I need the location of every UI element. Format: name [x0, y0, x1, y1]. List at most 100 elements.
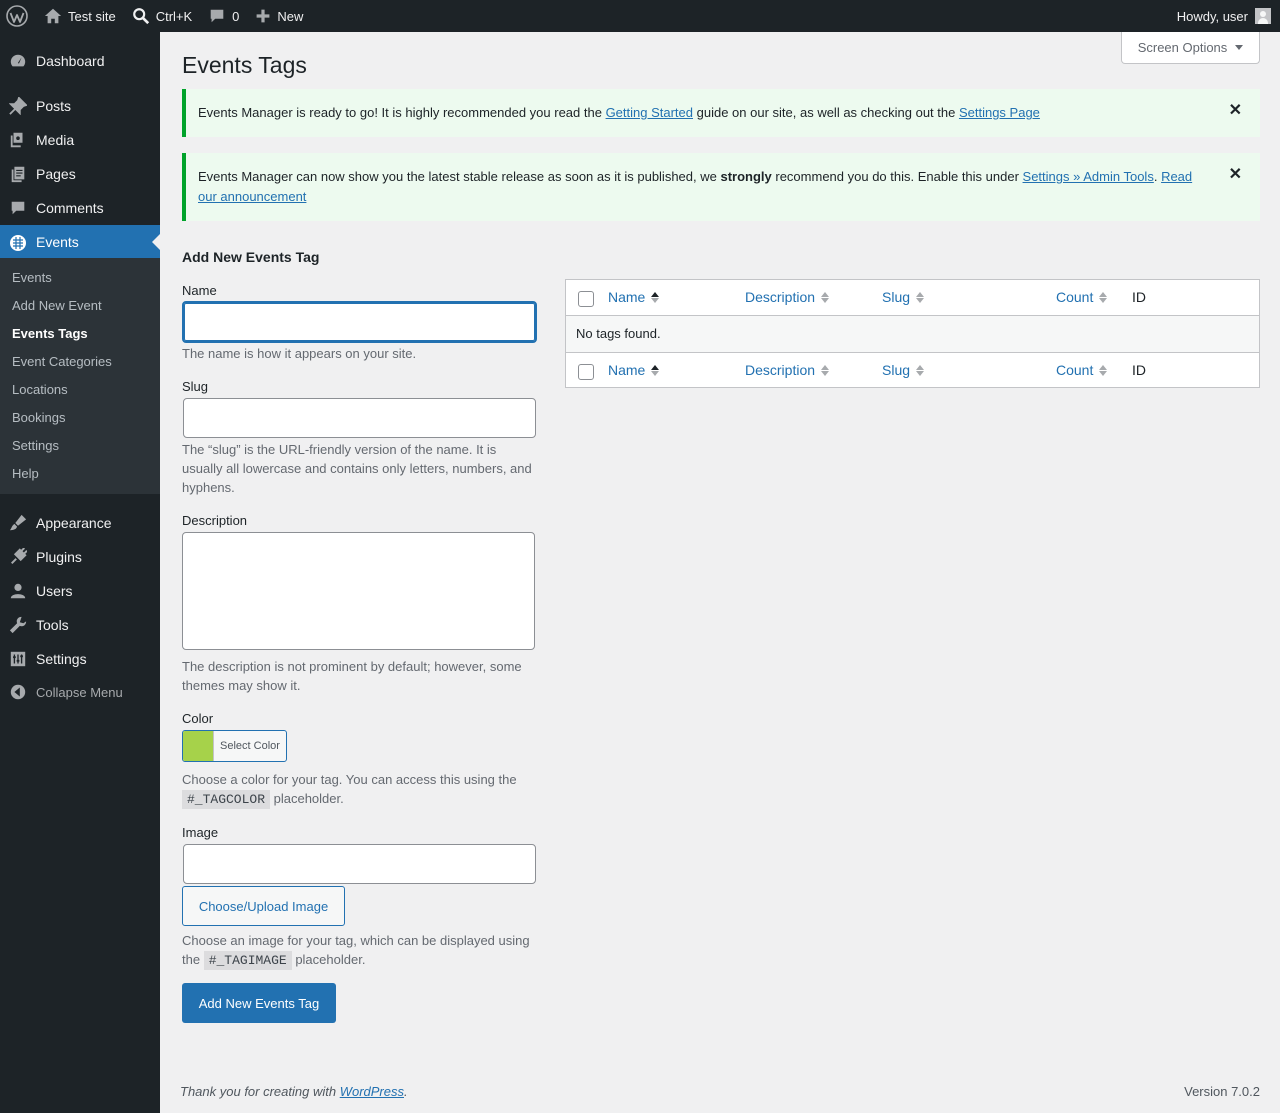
- wordpress-logo-button[interactable]: [0, 0, 36, 32]
- submenu-settings[interactable]: Settings: [12, 438, 59, 453]
- column-description-label: Description: [745, 362, 816, 378]
- select-all-checkbox[interactable]: [578, 291, 594, 307]
- name-input[interactable]: [182, 301, 537, 343]
- choose-upload-image-button[interactable]: Choose/Upload Image: [182, 886, 345, 926]
- menu-item-events[interactable]: Events: [0, 225, 160, 259]
- menu-item-tools[interactable]: Tools: [0, 608, 160, 642]
- read-announcement-link-part1[interactable]: Read: [1161, 169, 1192, 184]
- caret-down-icon: [1235, 45, 1244, 50]
- menu-label-dashboard: Dashboard: [36, 53, 105, 69]
- pin-icon: [9, 97, 27, 115]
- name-label: Name: [182, 283, 217, 298]
- dismiss-notice-button[interactable]: ✕: [1229, 101, 1242, 121]
- submenu-help[interactable]: Help: [12, 466, 39, 481]
- column-count-label: Count: [1056, 289, 1094, 305]
- search-icon: [132, 8, 149, 25]
- menu-item-posts[interactable]: Posts: [0, 89, 160, 123]
- menu-label-comments: Comments: [36, 200, 104, 216]
- menu-item-plugins[interactable]: Plugins: [0, 540, 160, 574]
- new-content-button[interactable]: New: [247, 0, 311, 32]
- submenu-event-categories[interactable]: Event Categories: [12, 354, 112, 369]
- description-label: Description: [182, 513, 248, 528]
- wordpress-link[interactable]: WordPress: [340, 1084, 404, 1099]
- events-submenu: Events Add New Event Events Tags Event C…: [0, 258, 160, 494]
- column-description-header[interactable]: Description: [745, 289, 830, 305]
- media-icon: [10, 132, 23, 148]
- image-input[interactable]: [183, 844, 536, 884]
- table-row: No tags found.: [566, 316, 1259, 352]
- getting-started-link[interactable]: Getting Started: [606, 105, 693, 120]
- sort-icon: [916, 364, 925, 376]
- description-help: The description is not prominent by defa…: [182, 657, 538, 695]
- notice-release-text: Events Manager can now show you the late…: [198, 169, 721, 184]
- notice-stable-release: Events Manager can now show you the late…: [182, 153, 1260, 221]
- comment-icon: [11, 201, 25, 215]
- column-slug-header[interactable]: Slug: [882, 289, 925, 305]
- submenu-events[interactable]: Events: [12, 270, 52, 285]
- settings-page-link[interactable]: Settings Page: [959, 105, 1040, 120]
- column-name-label: Name: [608, 362, 646, 378]
- submenu-locations[interactable]: Locations: [12, 382, 68, 397]
- slug-help-line-1: The “slug” is the URL-friendly version o…: [182, 442, 497, 457]
- description-textarea[interactable]: [182, 532, 535, 650]
- column-count-header[interactable]: Count: [1056, 289, 1108, 305]
- select-color-button[interactable]: Select Color: [182, 730, 287, 762]
- submenu-bookings[interactable]: Bookings: [12, 410, 65, 425]
- dismiss-notice-button[interactable]: ✕: [1229, 165, 1242, 185]
- menu-item-media[interactable]: Media: [0, 123, 160, 157]
- menu-label-appearance: Appearance: [36, 515, 112, 531]
- color-help-line-1: Choose a color for your tag. You can acc…: [182, 772, 517, 787]
- screen-options-button[interactable]: Screen Options: [1121, 32, 1260, 64]
- select-all-checkbox-footer[interactable]: [578, 364, 594, 380]
- notice-release-text-3: .: [1153, 169, 1162, 184]
- admin-tools-link[interactable]: Settings » Admin Tools: [1023, 169, 1154, 184]
- notice-ready-text: Events Manager is ready to go! It is hig…: [198, 105, 606, 120]
- column-count-footer[interactable]: Count: [1056, 362, 1108, 378]
- add-new-events-tag-button[interactable]: Add New Events Tag: [182, 983, 336, 1023]
- site-name-link[interactable]: Test site: [36, 0, 124, 32]
- add-tag-form-title: Add New Events Tag: [182, 249, 320, 265]
- footer-thanks-period: .: [404, 1084, 408, 1099]
- screen-options-label: Screen Options: [1137, 40, 1228, 55]
- menu-item-settings[interactable]: Settings: [0, 642, 160, 676]
- my-account-menu[interactable]: Howdy, user: [1177, 0, 1280, 32]
- menu-item-comments[interactable]: Comments: [0, 191, 160, 225]
- slug-input[interactable]: [183, 398, 536, 438]
- brush-icon: [9, 514, 27, 531]
- sort-icon: [821, 364, 830, 376]
- search-shortcut-button[interactable]: Ctrl+K: [124, 0, 200, 32]
- notice-release-text-2: recommend you do this. Enable this under: [771, 169, 1023, 184]
- menu-label-tools: Tools: [36, 617, 69, 633]
- submenu-events-tags[interactable]: Events Tags: [12, 326, 88, 341]
- select-color-label: Select Color: [220, 740, 280, 752]
- read-announcement-link-part2[interactable]: our announcement: [198, 189, 306, 204]
- wrench-icon: [9, 616, 27, 634]
- table-header-row: Name Description Slug Count ID: [566, 280, 1259, 316]
- column-name-label: Name: [608, 289, 646, 305]
- user-icon: [10, 583, 26, 599]
- comment-icon: [210, 9, 224, 23]
- comments-count: 0: [232, 8, 240, 24]
- menu-item-dashboard[interactable]: Dashboard: [0, 44, 160, 78]
- plug-icon: [10, 548, 27, 565]
- color-help: Choose a color for your tag. You can acc…: [182, 770, 538, 809]
- color-help-suffix: placeholder.: [270, 791, 344, 806]
- column-name-footer[interactable]: Name: [608, 362, 660, 378]
- column-description-footer[interactable]: Description: [745, 362, 830, 378]
- image-help: Choose an image for your tag, which can …: [182, 931, 538, 970]
- menu-item-users[interactable]: Users: [0, 574, 160, 608]
- menu-item-appearance[interactable]: Appearance: [0, 506, 160, 540]
- menu-label-users: Users: [36, 583, 73, 599]
- collapse-menu-button[interactable]: Collapse Menu: [0, 675, 160, 709]
- column-name-header[interactable]: Name: [608, 289, 660, 305]
- comments-link[interactable]: 0: [200, 0, 247, 32]
- submenu-add-new-event[interactable]: Add New Event: [12, 298, 102, 313]
- tags-table: Name Description Slug Count ID No tags f…: [565, 279, 1260, 388]
- home-icon: [44, 8, 62, 24]
- column-slug-footer[interactable]: Slug: [882, 362, 925, 378]
- menu-item-pages[interactable]: Pages: [0, 157, 160, 191]
- description-help-line-2: themes may show it.: [182, 678, 301, 693]
- image-help-prefix: the: [182, 952, 204, 967]
- column-slug-label: Slug: [882, 289, 911, 305]
- page-title: Events Tags: [182, 52, 307, 78]
